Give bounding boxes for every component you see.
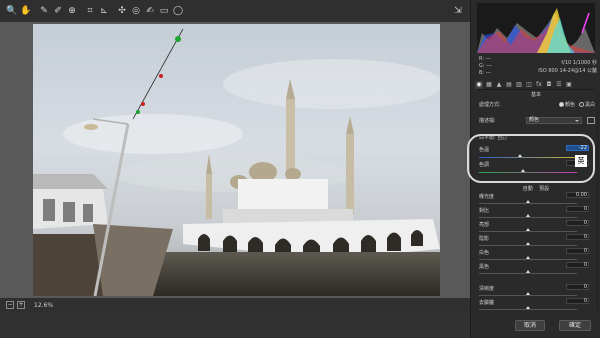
red-eye-icon[interactable]: ◎ — [130, 4, 142, 18]
graduated-filter-icon[interactable]: ▭ — [158, 4, 170, 18]
target-adjust-icon[interactable]: ⊕ — [66, 4, 78, 18]
panel-scrollbar[interactable] — [596, 90, 599, 310]
hand-tool-icon[interactable]: ✋ — [20, 4, 32, 18]
camera-info: R: --- G: --- B: --- f/10 1/1000 秒 ISO 8… — [479, 56, 597, 78]
tab-tone-curve[interactable]: ▦ — [485, 81, 493, 89]
status-bar: − + 12.6% — [0, 298, 470, 312]
color-sampler-icon[interactable]: ✐ — [52, 4, 64, 18]
treatment-bw-label: 黑白 — [584, 102, 595, 108]
treatment-color-radio[interactable] — [558, 102, 564, 107]
tab-detail[interactable]: ▲ — [495, 81, 503, 89]
slider-label: 曝光度 — [479, 194, 495, 200]
profile-select[interactable]: 顏色 — [526, 117, 582, 124]
radial-filter-icon[interactable]: ◯ — [172, 4, 184, 18]
divider — [477, 89, 595, 90]
auto-button[interactable]: 自動 — [523, 186, 533, 192]
slider-track[interactable] — [479, 245, 577, 246]
slider-thumb[interactable] — [526, 270, 530, 273]
treatment-bw-radio[interactable] — [578, 102, 584, 107]
treatment-color-label: 顏色 — [564, 102, 575, 108]
slider-thumb[interactable] — [526, 306, 530, 309]
default-button[interactable]: 預設 — [539, 186, 549, 192]
slider-label: 陰影 — [479, 236, 490, 242]
zoom-in-button[interactable]: + — [17, 301, 25, 309]
mosque-photo — [33, 24, 440, 296]
slider-value[interactable]: 0 — [566, 234, 589, 240]
spot-removal-icon[interactable]: ✣ — [116, 4, 128, 18]
adjustment-brush-icon[interactable]: ✍ — [144, 4, 156, 18]
slider-value[interactable]: 0 — [566, 284, 589, 290]
slider-value[interactable]: 0.00 — [566, 192, 589, 198]
exposure-info: f/10 1/1000 秒 — [561, 60, 597, 66]
slider-label: 清晰度 — [479, 286, 495, 292]
slider-thumb[interactable] — [526, 292, 530, 295]
profile-label: 描述檔: — [479, 118, 496, 124]
auto-default-row: 自動 預設 — [471, 185, 600, 192]
slider-label: 亮部 — [479, 222, 490, 228]
tab-split-toning[interactable]: ▥ — [515, 81, 523, 89]
zoom-tool-icon[interactable]: 🔍 — [6, 4, 18, 18]
slider-track[interactable] — [479, 259, 577, 260]
slider-label: 對比 — [479, 208, 490, 214]
profile-browser-icon[interactable] — [587, 117, 595, 124]
zoom-level[interactable]: 12.6% — [34, 302, 53, 309]
treatment-label: 處理方式: — [479, 102, 501, 108]
white-balance-icon[interactable]: ✎ — [38, 4, 50, 18]
iso-info: ISO 800 14-24@14 公釐 — [538, 68, 597, 74]
slider-track[interactable] — [479, 273, 577, 274]
tab-effects[interactable]: fx — [535, 81, 543, 89]
toolbar: 🔍 ✋ ✎ ✐ ⊕ ⌗ ⊾ ✣ ◎ ✍ ▭ ◯ ⇲ — [0, 0, 470, 22]
g-label: G: --- — [479, 63, 492, 69]
tab-snapshots[interactable]: ▣ — [565, 81, 573, 89]
slider-thumb[interactable] — [526, 256, 530, 259]
cancel-button[interactable]: 取消 — [515, 320, 545, 331]
crop-tool-icon[interactable]: ⌗ — [84, 4, 96, 18]
tab-calibration[interactable]: ◘ — [545, 81, 553, 89]
annotation-highlight — [467, 134, 595, 183]
slider-label: 白色 — [479, 250, 490, 256]
r-label: R: --- — [479, 56, 492, 62]
tab-presets[interactable]: ☰ — [555, 81, 563, 89]
photo-preview — [33, 24, 440, 296]
slider-value[interactable]: 0 — [566, 298, 589, 304]
slider-thumb[interactable] — [526, 200, 530, 203]
slider-thumb[interactable] — [526, 228, 530, 231]
slider-value[interactable]: 0 — [566, 206, 589, 212]
image-canvas[interactable] — [0, 22, 470, 298]
slider-value[interactable]: 0 — [566, 220, 589, 226]
panel-tabs: ◉ ▦ ▲ ▤ ▥ ◫ fx ◘ ☰ ▣ — [475, 80, 597, 89]
histogram — [477, 3, 595, 53]
tab-lens[interactable]: ◫ — [525, 81, 533, 89]
slider-value[interactable]: 0 — [566, 262, 589, 268]
zoom-out-button[interactable]: − — [6, 301, 14, 309]
slider-label: 去朦朧 — [479, 300, 495, 306]
slider-track[interactable] — [479, 203, 577, 204]
fullscreen-icon[interactable]: ⇲ — [452, 4, 464, 18]
straighten-tool-icon[interactable]: ⊾ — [98, 4, 110, 18]
treatment-row: 處理方式: 顏色 黑白 — [479, 100, 595, 109]
slider-thumb[interactable] — [526, 214, 530, 217]
slider-label: 黑色 — [479, 264, 490, 270]
section-title-basic: 基本 — [530, 92, 541, 98]
slider-track[interactable] — [479, 217, 577, 218]
slider-track[interactable] — [479, 309, 577, 310]
slider-thumb[interactable] — [526, 242, 530, 245]
ok-button[interactable]: 確定 — [559, 320, 591, 331]
camera-raw-window: 🔍 ✋ ✎ ✐ ⊕ ⌗ ⊾ ✣ ◎ ✍ ▭ ◯ ⇲ − + 12.6% R: -… — [0, 0, 600, 338]
slider-value[interactable]: 0 — [566, 248, 589, 254]
histogram-graph — [477, 3, 595, 53]
slider-track[interactable] — [479, 295, 577, 296]
b-label: B: --- — [479, 70, 492, 76]
slider-track[interactable] — [479, 231, 577, 232]
tab-basic[interactable]: ◉ — [475, 80, 483, 89]
tab-hsl[interactable]: ▤ — [505, 81, 513, 89]
